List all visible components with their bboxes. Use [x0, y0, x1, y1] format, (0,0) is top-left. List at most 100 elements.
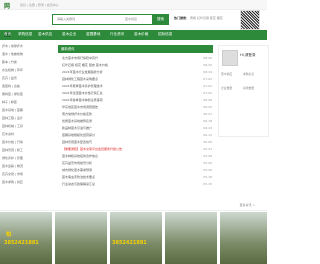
news-date: 06-18: [203, 119, 212, 123]
news-row[interactable]: 园林景观苗木配置技巧 06-09: [62, 140, 212, 144]
category-item[interactable]: 苗木运输 | 物流: [2, 164, 23, 168]
watermark-text: 3852421881: [4, 240, 39, 246]
news-title[interactable]: 2021年春季苗木种植注意事项: [62, 98, 103, 102]
site-logo[interactable]: 网: [4, 1, 10, 10]
hot-search-title: 热门搜索：: [174, 16, 190, 20]
news-row[interactable]: 2021年夏季苗木养护管理技术 07-02: [62, 84, 212, 88]
category-item[interactable]: 造型树 | 古桩: [2, 84, 20, 88]
top-bar-links[interactable]: 您好 | 注册 | 登录 | 会员中心: [20, 3, 59, 7]
category-item[interactable]: 花木资材: [2, 132, 14, 136]
news-title[interactable]: 城市绿化苗木需求预测: [62, 168, 92, 172]
news-title[interactable]: 苗木病虫害防治技术要点: [62, 175, 95, 179]
watermark-text: 3852421881: [112, 240, 147, 246]
watermark-text: 柏: [6, 232, 12, 238]
category-item[interactable]: 园林工程 | 设计: [2, 116, 23, 120]
search-input[interactable]: [53, 15, 119, 23]
news-row[interactable]: 红叶石楠 桂花 樱花 银杏 苗木价格 08-20: [62, 63, 212, 67]
news-row[interactable]: 苗木种植基地招商合作信息 05-28: [62, 154, 212, 158]
product-thumbnail[interactable]: [165, 212, 217, 264]
news-title[interactable]: 苗圃基地规模化经营探讨: [62, 133, 95, 137]
news-date: 08-20: [203, 63, 212, 67]
news-row[interactable]: 2021年苗木行业发展趋势分析 08-19: [62, 70, 212, 74]
news-title[interactable]: 2021年夏季苗木养护管理技术: [62, 84, 103, 88]
news-title[interactable]: 新品种苗木引进与推广: [62, 126, 92, 130]
main-nav: 首页 求购信息 苗木供应 苗木企业 苗圃基地 行业资讯 苗木价格 招标信息: [0, 30, 267, 40]
news-row[interactable]: 行业动态与政策解读汇总 05-15: [62, 182, 212, 186]
product-thumbnail[interactable]: [220, 212, 267, 264]
news-row[interactable]: 南方常绿乔木价格走势 06-21: [62, 112, 212, 116]
news-title[interactable]: 花卉盆景市场前景分析: [62, 161, 92, 165]
category-item[interactable]: 园林景观 | 施工: [2, 148, 23, 152]
search-category-select[interactable]: 苗木供应: [125, 17, 137, 21]
login-prompt[interactable]: Hi,请登录: [240, 53, 256, 58]
news-title[interactable]: 园林绿化工程苗木采购要点: [62, 77, 98, 81]
news-title[interactable]: 北方苗木市场行情稳中有升: [62, 56, 98, 60]
news-date: 08-19: [203, 70, 212, 74]
news-row-highlight[interactable]: 【重要通知】苗木交易平台会员服务升级公告 05-31: [62, 147, 212, 151]
news-title[interactable]: 【重要通知】苗木交易平台会员服务升级公告: [62, 147, 122, 151]
news-row[interactable]: 园林绿化工程苗木采购要点 07-02: [62, 77, 212, 81]
stat-label: 求购信息: [243, 72, 255, 76]
category-item[interactable]: 苗木基地 | 苗圃: [2, 108, 23, 112]
news-title[interactable]: 优质苗木基地推荐名录: [62, 119, 92, 123]
product-thumbnail[interactable]: [55, 212, 107, 264]
category-item[interactable]: 苗木价格 | 行情: [2, 140, 23, 144]
category-item[interactable]: 绿化养护 | 管理: [2, 156, 23, 160]
nav-nurseries[interactable]: 苗圃基地: [86, 32, 100, 37]
category-item[interactable]: 水生植物 | 草坪: [2, 68, 23, 72]
news-row[interactable]: 苗圃基地规模化经营探讨 06-12: [62, 133, 212, 137]
nav-home[interactable]: 首页: [4, 32, 12, 37]
category-item[interactable]: 乔木 | 常绿乔木: [2, 44, 23, 48]
news-date: 05-26: [203, 161, 212, 165]
nav-bidding[interactable]: 招标信息: [158, 32, 172, 37]
category-sidebar: 乔木 | 常绿乔木 灌木 | 地被植物 藤本 | 竹类 水生植物 | 草坪 花卉…: [0, 40, 52, 210]
category-item[interactable]: 藤本 | 竹类: [2, 60, 17, 64]
news-row[interactable]: 新品种苗木引进与推广 06-16: [62, 126, 212, 130]
news-title[interactable]: 园林景观苗木配置技巧: [62, 140, 92, 144]
news-date: 05-20: [203, 168, 212, 172]
news-section-title: 最新资讯: [58, 45, 213, 53]
news-row[interactable]: 华东地区苗木市场调研报告 06-25: [62, 105, 212, 109]
category-item[interactable]: 苗木求购 | 供应: [2, 180, 23, 184]
news-date: 06-12: [203, 133, 212, 137]
search-box: 苗木供应: [52, 14, 154, 25]
category-item[interactable]: 花卉 | 盆景: [2, 76, 17, 80]
news-title[interactable]: 2021年苗木行业发展趋势分析: [62, 70, 103, 74]
news-title[interactable]: 南方常绿乔木价格走势: [62, 112, 92, 116]
news-row[interactable]: 北方苗木市场行情稳中有升 08-20: [62, 56, 212, 60]
top-bar: 网 您好 | 注册 | 登录 | 会员中心: [0, 0, 267, 10]
category-item[interactable]: 灌木 | 地被植物: [2, 52, 23, 56]
news-title[interactable]: 苗木种植基地招商合作信息: [62, 154, 98, 158]
section-divider: 更多资讯 >: [0, 202, 267, 211]
news-title[interactable]: 红叶石楠 桂花 樱花 银杏 苗木价格: [62, 63, 108, 67]
category-item[interactable]: 花卉交易 | 市场: [2, 172, 23, 176]
news-date: 08-20: [203, 56, 212, 60]
hot-search-links[interactable]: 黄杨 红叶石楠 桂花 樱花: [190, 16, 223, 20]
news-row[interactable]: 城市绿化苗木需求预测 05-20: [62, 168, 212, 172]
news-row[interactable]: 2021年春季苗木种植注意事项 06-28: [62, 98, 212, 102]
product-thumbnail[interactable]: [110, 212, 162, 264]
news-date: 06-09: [203, 140, 212, 144]
search-button[interactable]: 搜索: [152, 14, 169, 25]
category-item[interactable]: 园林机械 | 工具: [2, 124, 23, 128]
stat-label: 基地数量: [243, 86, 255, 90]
nav-purchase[interactable]: 求购信息: [18, 32, 32, 37]
nav-supply[interactable]: 苗木供应: [38, 32, 52, 37]
nav-companies[interactable]: 苗木企业: [62, 32, 76, 37]
nav-news[interactable]: 行业资讯: [110, 32, 124, 37]
category-item[interactable]: 种子 | 种苗: [2, 100, 17, 104]
nav-prices[interactable]: 苗木价格: [134, 32, 148, 37]
news-row[interactable]: 苗木病虫害防治技术要点 05-18: [62, 175, 212, 179]
news-title[interactable]: 2021年全国苗木价格行情汇总: [62, 91, 103, 95]
news-title[interactable]: 华东地区苗木市场调研报告: [62, 105, 98, 109]
news-date: 05-31: [203, 147, 212, 151]
more-link[interactable]: 更多资讯 >: [240, 203, 255, 207]
product-thumbnail[interactable]: [0, 212, 52, 264]
news-row[interactable]: 优质苗木基地推荐名录 06-18: [62, 119, 212, 123]
news-row[interactable]: 2021年全国苗木价格行情汇总 07-02: [62, 91, 212, 95]
news-row[interactable]: 花卉盆景市场前景分析 05-26: [62, 161, 212, 165]
category-item[interactable]: 果树苗 | 绿化苗: [2, 92, 23, 96]
news-title[interactable]: 行业动态与政策解读汇总: [62, 182, 95, 186]
avatar[interactable]: [222, 50, 238, 66]
news-date: 05-15: [203, 182, 212, 186]
